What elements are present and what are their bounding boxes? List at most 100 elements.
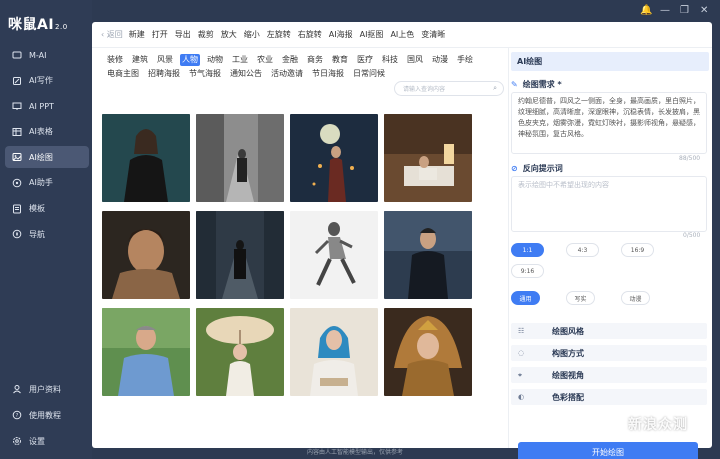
sidebar-item-navigation[interactable]: 导航: [5, 223, 89, 245]
category-tab[interactable]: 日常问候: [351, 68, 387, 80]
restore-icon[interactable]: ❐: [680, 5, 689, 17]
category-tab[interactable]: 金融: [280, 54, 300, 66]
category-tab[interactable]: 节日海报: [310, 68, 346, 80]
toolbar-rotate-right-button[interactable]: 右旋转: [298, 29, 322, 40]
category-tabs: 装修 建筑 风景 人物 动物 工业 农业 金融 商务 教育 医疗 科技 国风 动漫 手绘 电商主图 招聘海报节…: [105, 53, 505, 81]
main-content: ‹ 返回 新建 打开 导出 裁剪 放大 缩小 左旋转 右旋转 AI海报 AI抠图…: [92, 22, 712, 459]
gallery-image[interactable]: [102, 114, 190, 202]
gear-icon: [12, 436, 22, 446]
category-tab[interactable]: 节气海报: [187, 68, 223, 80]
drawing-style-option[interactable]: ☷ 绘图风格: [511, 323, 707, 339]
toolbar-zoom-in-button[interactable]: 放大: [221, 29, 237, 40]
category-tab[interactable]: 商务: [305, 54, 325, 66]
grid-icon: ☷: [518, 327, 525, 335]
sidebar-item-tutorial[interactable]: ? 使用教程: [5, 404, 89, 426]
gallery-image[interactable]: [384, 211, 472, 299]
sidebar-item-ai-drawing[interactable]: AI绘图: [5, 146, 89, 169]
style-general-button[interactable]: 通用: [511, 291, 540, 305]
category-tab[interactable]: 招聘海报: [146, 68, 182, 80]
site-watermark: 新浪众测: [628, 417, 688, 433]
composition-option[interactable]: ◌ 构图方式: [511, 345, 707, 361]
start-drawing-button[interactable]: 开始绘图: [518, 442, 698, 459]
palette-icon: ◐: [518, 393, 525, 401]
sidebar-item-m-ai[interactable]: M-AI: [5, 44, 89, 66]
search-input[interactable]: 请输入查询内容 ⌕: [394, 81, 504, 96]
gallery-image[interactable]: [290, 308, 378, 396]
sidebar-bottom: 用户资料 ? 使用教程 设置: [5, 378, 89, 456]
category-tab[interactable]: 动漫: [430, 54, 450, 66]
toolbar-zoom-out-button[interactable]: 缩小: [244, 29, 260, 40]
category-tab[interactable]: 国风: [405, 54, 425, 66]
prompt-section-title: ✎ 绘图需求 *: [511, 80, 562, 89]
svg-text:?: ?: [16, 413, 19, 419]
category-tab[interactable]: 教育: [330, 54, 350, 66]
close-icon[interactable]: ✕: [700, 5, 708, 17]
prompt-char-count: 88/500: [679, 155, 701, 162]
toolbar-open-button[interactable]: 打开: [152, 29, 168, 40]
prompt-textarea[interactable]: 约翰尼德普，四风之一侧面，全身，最高画质，里白照片，纹理细腻，高清晰度，深邃眼神…: [511, 92, 707, 154]
toolbar-new-button[interactable]: 新建: [129, 29, 145, 40]
sidebar-nav: M-AI AI写作 AI PPT AI表格 AI绘图 AI助手 模板 导航: [5, 44, 89, 249]
sidebar-item-settings[interactable]: 设置: [5, 430, 89, 452]
pen-icon: ✎: [511, 80, 518, 89]
category-tab[interactable]: 电商主图: [105, 68, 141, 80]
style-realistic-button[interactable]: 写实: [566, 291, 595, 305]
slides-icon: [12, 101, 22, 111]
gallery-image[interactable]: [290, 114, 378, 202]
sidebar-item-ai-writing[interactable]: AI写作: [5, 70, 89, 92]
category-tab[interactable]: 风景: [155, 54, 175, 66]
gallery-image[interactable]: [384, 114, 472, 202]
compass-icon: [12, 229, 22, 239]
editor-toolbar: ‹ 返回 新建 打开 导出 裁剪 放大 缩小 左旋转 右旋转 AI海报 AI抠图…: [92, 22, 712, 48]
ban-icon: ⊘: [511, 164, 518, 173]
ratio-9-16-button[interactable]: 9:16: [511, 264, 544, 278]
toolbar-export-button[interactable]: 导出: [175, 29, 191, 40]
search-icon[interactable]: ⌕: [493, 84, 497, 93]
sidebar-item-user-profile[interactable]: 用户资料: [5, 378, 89, 400]
toolbar-sharpen-button[interactable]: 变清晰: [421, 29, 445, 40]
gallery-image[interactable]: [102, 211, 190, 299]
bell-icon[interactable]: 🔔: [640, 5, 652, 17]
gallery-image[interactable]: [196, 308, 284, 396]
toolbar-crop-button[interactable]: 裁剪: [198, 29, 214, 40]
gallery-image[interactable]: [196, 114, 284, 202]
pen-icon: [12, 76, 22, 86]
category-tab[interactable]: 活动邀请: [269, 68, 305, 80]
ratio-16-9-button[interactable]: 16:9: [621, 243, 654, 257]
category-tab[interactable]: 手绘: [455, 54, 475, 66]
ratio-1-1-button[interactable]: 1:1: [511, 243, 544, 257]
negative-prompt-title: ⊘ 反向提示词: [511, 164, 563, 173]
chat-icon: [12, 50, 22, 60]
sidebar-item-templates[interactable]: 模板: [5, 198, 89, 220]
gallery-image[interactable]: [196, 211, 284, 299]
gallery-image[interactable]: [384, 308, 472, 396]
panel-title: AI绘图: [511, 52, 709, 71]
category-tab[interactable]: 建筑: [130, 54, 150, 66]
view-angle-option[interactable]: ⌖ 绘图视角: [511, 367, 707, 383]
category-row-2: 电商主图 招聘海报 节气海报 通知公告 活动邀请 节日海报 日常问候: [105, 67, 505, 80]
gallery-image[interactable]: [102, 308, 190, 396]
style-anime-button[interactable]: 动漫: [621, 291, 650, 305]
table-icon: [12, 127, 22, 137]
toolbar-ai-colorize-button[interactable]: AI上色: [390, 29, 414, 40]
color-scheme-option[interactable]: ◐ 色彩搭配: [511, 389, 707, 405]
category-tab[interactable]: 动物: [205, 54, 225, 66]
back-button[interactable]: ‹ 返回: [101, 29, 123, 40]
toolbar-ai-poster-button[interactable]: AI海报: [329, 29, 353, 40]
category-tab[interactable]: 装修: [105, 54, 125, 66]
sidebar-item-ai-assistant[interactable]: AI助手: [5, 172, 89, 194]
gallery-image[interactable]: [290, 211, 378, 299]
category-tab[interactable]: 农业: [255, 54, 275, 66]
toolbar-ai-cutout-button[interactable]: AI抠图: [360, 29, 384, 40]
negative-prompt-textarea[interactable]: 表示绘图中不希望出现的内容: [511, 176, 707, 232]
category-tab[interactable]: 人物: [180, 53, 200, 66]
category-tab[interactable]: 通知公告: [228, 68, 264, 80]
minimize-icon[interactable]: —: [660, 5, 670, 17]
category-tab[interactable]: 医疗: [355, 54, 375, 66]
sidebar-item-ai-ppt[interactable]: AI PPT: [5, 95, 89, 117]
category-tab[interactable]: 科技: [380, 54, 400, 66]
ratio-4-3-button[interactable]: 4:3: [566, 243, 599, 257]
category-tab[interactable]: 工业: [230, 54, 250, 66]
sidebar-item-ai-table[interactable]: AI表格: [5, 121, 89, 143]
toolbar-rotate-left-button[interactable]: 左旋转: [267, 29, 291, 40]
